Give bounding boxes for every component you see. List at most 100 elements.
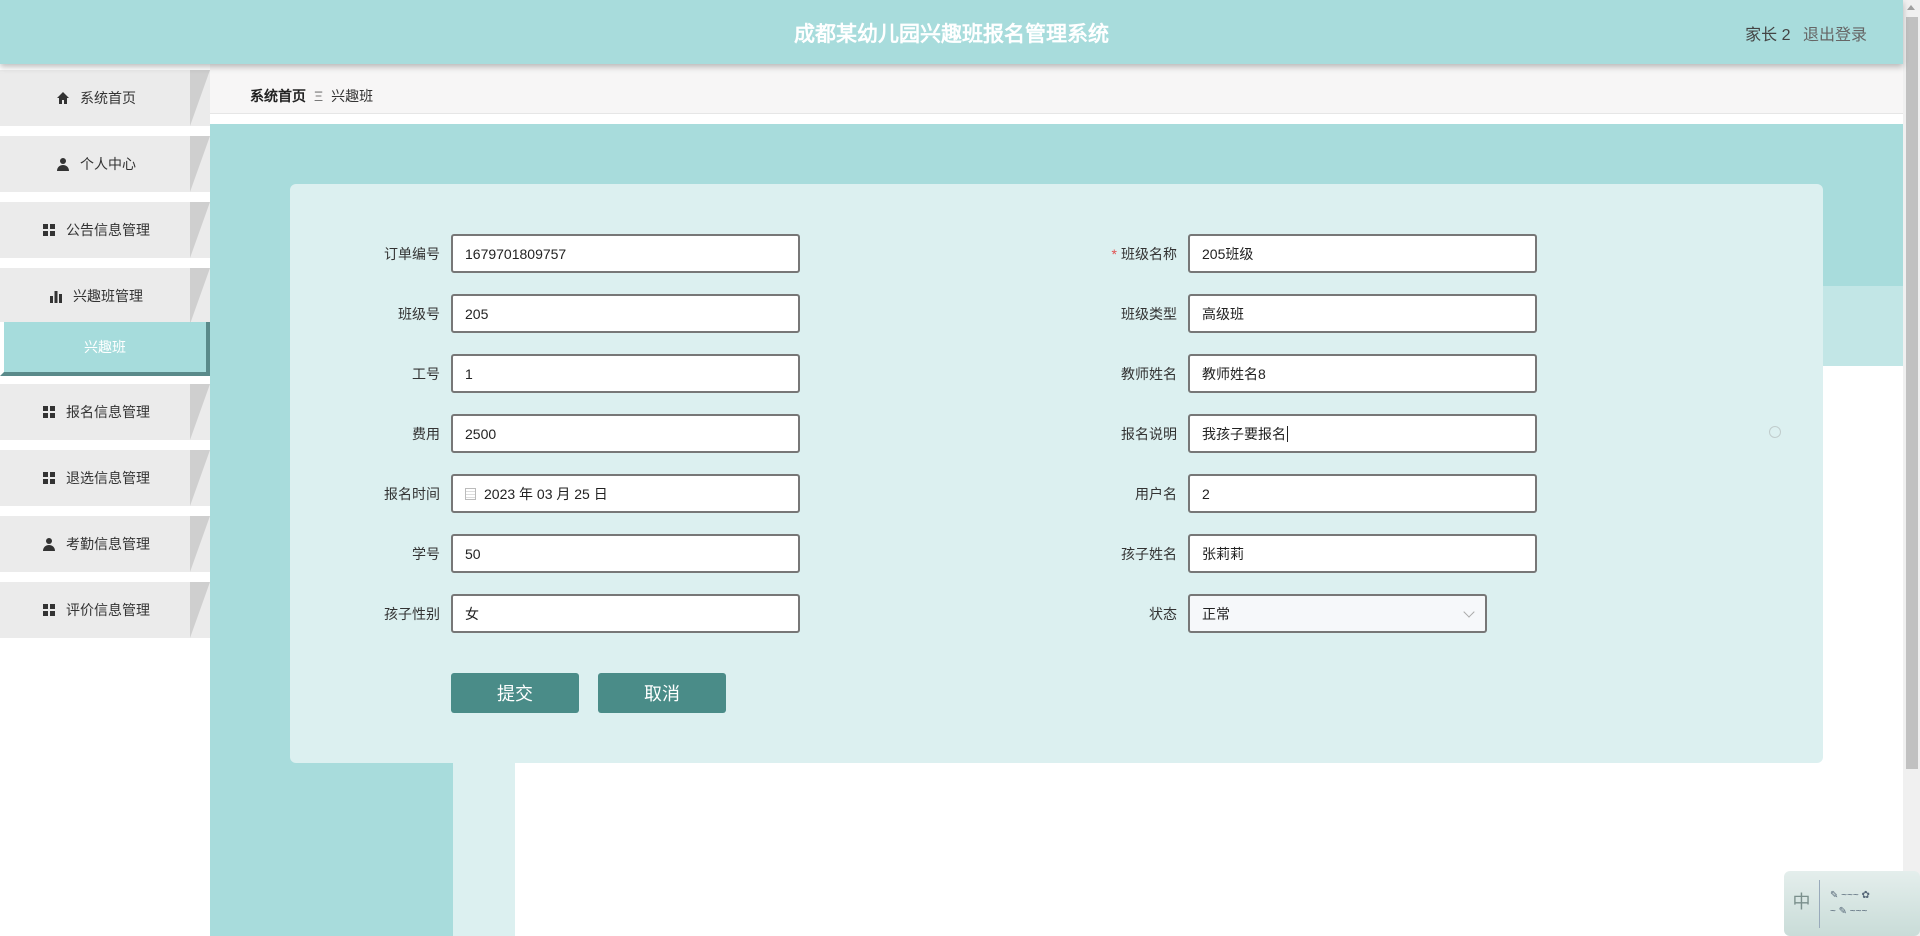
- form-row: 费用 2500: [301, 414, 800, 453]
- sidebar-item-8[interactable]: 评价信息管理: [0, 582, 210, 638]
- background-block: [1823, 286, 1903, 366]
- user-icon: [56, 157, 70, 171]
- sidebar-item-label: 系统首页: [80, 90, 136, 106]
- breadcrumb-home[interactable]: 系统首页: [250, 88, 306, 104]
- field-label-text: 工号: [412, 365, 440, 382]
- sidebar-item-label: 评价信息管理: [66, 602, 150, 618]
- required-asterisk: *: [1111, 245, 1117, 262]
- sidebar-item-label: 报名信息管理: [66, 404, 150, 420]
- text-input[interactable]: 205班级: [1188, 234, 1537, 273]
- sidebar-item-6[interactable]: 退选信息管理: [0, 450, 210, 506]
- field-value: 205班级: [1202, 245, 1254, 262]
- ime-widget[interactable]: 中 ✎ ~~~ ✿ ~ ✎ ~~~: [1784, 871, 1920, 936]
- field-label: 班级号: [301, 304, 451, 324]
- form-row: 班级号 205: [301, 294, 800, 333]
- calendar-icon[interactable]: [465, 487, 476, 500]
- form-row: 报名时间 2023 年 03 月 25 日: [301, 474, 800, 513]
- field-label-text: 订单编号: [384, 245, 440, 262]
- ime-mode-indicator[interactable]: 中: [1784, 879, 1820, 928]
- field-label: 订单编号: [301, 244, 451, 264]
- field-label-text: 班级号: [398, 305, 440, 322]
- field-value: 教师姓名8: [1202, 365, 1266, 382]
- text-caret: [1287, 425, 1288, 442]
- form-row: 工号 1: [301, 354, 800, 393]
- grid-icon: [42, 223, 56, 237]
- text-input[interactable]: 我孩子要报名: [1188, 414, 1537, 453]
- sidebar-item-4[interactable]: 兴趣班: [0, 322, 210, 376]
- text-input[interactable]: 1679701809757: [451, 234, 800, 273]
- field-label: 工号: [301, 364, 451, 384]
- breadcrumb-current: 兴趣班: [331, 88, 374, 104]
- sidebar-item-0[interactable]: 系统首页: [0, 70, 210, 126]
- text-input[interactable]: 2500: [451, 414, 800, 453]
- form-row: * 班级名称 205班级: [1038, 234, 1537, 273]
- clear-circle-icon[interactable]: [1769, 426, 1781, 438]
- text-input[interactable]: 张莉莉: [1188, 534, 1537, 573]
- home-icon: [56, 91, 70, 105]
- scrollbar-thumb[interactable]: [1906, 17, 1918, 769]
- text-input[interactable]: 50: [451, 534, 800, 573]
- date-input[interactable]: 2023 年 03 月 25 日: [451, 474, 800, 513]
- field-label: 孩子姓名: [1038, 544, 1188, 564]
- sidebar-item-label: 公告信息管理: [66, 222, 150, 238]
- form-row: 班级类型 高级班: [1038, 294, 1537, 333]
- logout-link[interactable]: 退出登录: [1803, 27, 1867, 44]
- field-label-text: 费用: [412, 425, 440, 442]
- scroll-up-arrow-icon[interactable]: [1907, 5, 1915, 10]
- text-input[interactable]: 高级班: [1188, 294, 1537, 333]
- field-value: 1: [465, 365, 473, 382]
- form-row: 孩子性别 女: [301, 594, 800, 633]
- sidebar-item-1[interactable]: 个人中心: [0, 136, 210, 192]
- sidebar-item-2[interactable]: 公告信息管理: [0, 202, 210, 258]
- field-label: 报名时间: [301, 484, 451, 504]
- form-row: 订单编号 1679701809757: [301, 234, 800, 273]
- field-value: 2023 年 03 月 25 日: [484, 485, 608, 502]
- page-scrollbar[interactable]: [1903, 0, 1920, 936]
- field-label: 报名说明: [1038, 424, 1188, 444]
- form-row: 状态 正常: [1038, 594, 1487, 633]
- status-select[interactable]: 正常: [1188, 594, 1487, 633]
- field-value: 50: [465, 545, 481, 562]
- field-label-text: 学号: [412, 545, 440, 562]
- field-label: * 班级名称: [1038, 244, 1188, 264]
- ime-handwriting-icon: ✎ ~~~ ✿ ~ ✎ ~~~: [1830, 889, 1870, 917]
- field-value: 正常: [1202, 605, 1230, 622]
- field-label: 班级类型: [1038, 304, 1188, 324]
- field-label-text: 状态: [1149, 605, 1177, 622]
- field-label-text: 报名时间: [384, 485, 440, 502]
- field-value: 张莉莉: [1202, 545, 1244, 562]
- field-label: 学号: [301, 544, 451, 564]
- field-label-text: 用户名: [1135, 485, 1177, 502]
- text-input[interactable]: 1: [451, 354, 800, 393]
- chevron-down-icon[interactable]: [1463, 605, 1475, 618]
- grid-icon: [42, 405, 56, 419]
- text-input[interactable]: 2: [1188, 474, 1537, 513]
- text-input[interactable]: 教师姓名8: [1188, 354, 1537, 393]
- sidebar-item-label: 个人中心: [80, 156, 136, 172]
- bar-chart-icon: [49, 289, 63, 303]
- field-label: 用户名: [1038, 484, 1188, 504]
- field-label-text: 班级类型: [1121, 305, 1177, 322]
- submit-button[interactable]: 提交: [451, 673, 579, 713]
- field-label-text: 教师姓名: [1121, 365, 1177, 382]
- form-row: 学号 50: [301, 534, 800, 573]
- sidebar-item-7[interactable]: 考勤信息管理: [0, 516, 210, 572]
- sidebar-item-3[interactable]: 兴趣班管理: [0, 268, 210, 324]
- field-label: 费用: [301, 424, 451, 444]
- sidebar-item-label: 兴趣班管理: [73, 288, 143, 304]
- sidebar-item-5[interactable]: 报名信息管理: [0, 384, 210, 440]
- field-label-text: 孩子性别: [384, 605, 440, 622]
- sidebar: 系统首页个人中心公告信息管理 兴趣班管理兴趣班报名信息管理退选信息管理 考勤信息管理…: [0, 64, 210, 936]
- user-icon: [42, 537, 56, 551]
- text-input[interactable]: 205: [451, 294, 800, 333]
- field-value: 我孩子要报名: [1202, 425, 1286, 442]
- grid-icon: [42, 603, 56, 617]
- field-label: 状态: [1038, 604, 1188, 624]
- cancel-button[interactable]: 取消: [598, 673, 726, 713]
- field-value: 2500: [465, 425, 497, 442]
- field-value: 2: [1202, 485, 1210, 502]
- sidebar-item-label: 兴趣班: [84, 339, 126, 355]
- field-label: 教师姓名: [1038, 364, 1188, 384]
- field-value: 1679701809757: [465, 245, 567, 262]
- text-input[interactable]: 女: [451, 594, 800, 633]
